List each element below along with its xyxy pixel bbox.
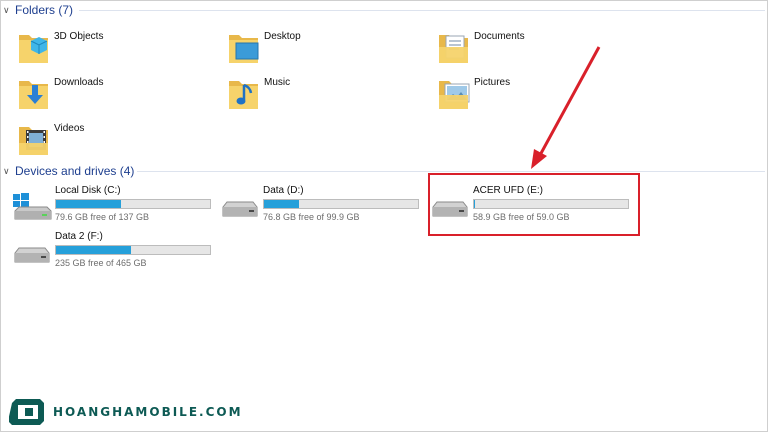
brand-logo: HOANGHAMOBILE.COM (9, 397, 243, 427)
explorer-window: ∨ Folders (7) 3D Objects Desktop (0, 0, 768, 432)
brand-name: HOANGHAMOBILE.COM (53, 405, 243, 419)
brand-logo-mark-icon (9, 397, 47, 427)
annotation-arrow-icon (1, 1, 768, 433)
